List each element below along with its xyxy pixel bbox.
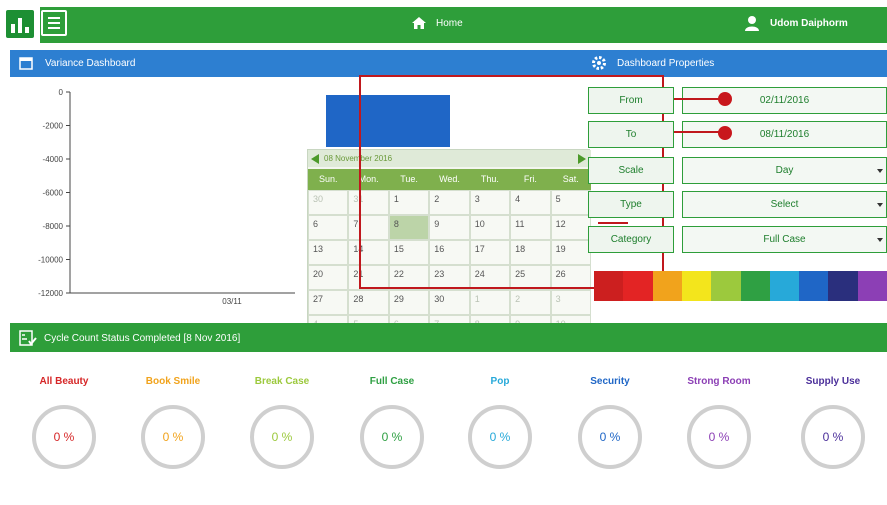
progress-value: 0 % (708, 430, 730, 444)
field-input-type[interactable]: Select (682, 191, 887, 218)
category-label: Security (590, 376, 630, 387)
checklist-icon (19, 329, 37, 347)
color-swatch (681, 271, 712, 301)
progress-ring: 0 % (250, 405, 314, 469)
progress-value: 0 % (489, 430, 511, 444)
variance-header: Variance Dashboard (10, 50, 583, 77)
list-icon[interactable] (41, 10, 67, 36)
calendar-day[interactable]: 2 (510, 290, 551, 315)
variance-title: Variance Dashboard (45, 58, 136, 69)
calendar-day[interactable]: 30 (429, 290, 470, 315)
progress-value: 0 % (53, 430, 75, 444)
calendar-day[interactable]: 28 (348, 290, 389, 315)
progress-ring: 0 % (578, 405, 642, 469)
user-icon (743, 14, 761, 32)
progress-ring: 0 % (468, 405, 532, 469)
category-label: All Beauty (39, 376, 89, 387)
progress-value: 0 % (162, 430, 184, 444)
calendar-day[interactable]: 20 (308, 265, 349, 290)
calendar-icon (19, 56, 33, 70)
calendar-day[interactable]: 3 (550, 290, 591, 315)
color-swatch (799, 271, 829, 301)
field-input-scale[interactable]: Day (682, 157, 887, 184)
progress-ring: 0 % (687, 405, 751, 469)
field-value: 02/11/2016 (759, 95, 810, 106)
y-tick-label: 0 (59, 88, 64, 97)
field-input-to[interactable]: 08/11/2016 (682, 121, 887, 148)
category-label: Strong Room (687, 376, 751, 387)
progress-value: 0 % (599, 430, 621, 444)
category-label: Supply Use (805, 376, 861, 387)
progress-ring: 0 % (32, 405, 96, 469)
field-input-from[interactable]: 02/11/2016 (682, 87, 887, 114)
color-swatch (740, 271, 771, 301)
chevron-down-icon[interactable] (877, 238, 883, 242)
field-label-scale: Scale (588, 157, 674, 184)
marker-line (674, 98, 722, 100)
progress-value: 0 % (822, 430, 844, 444)
calendar-day[interactable]: 13 (308, 240, 349, 265)
color-swatch (828, 271, 859, 301)
home-icon[interactable] (411, 15, 427, 31)
chevron-down-icon[interactable] (877, 169, 883, 173)
variance-chart: 0 -2000 -4000 -6000 -8000 -10000 -12000 03/11 (38, 88, 295, 306)
calendar-day[interactable]: 1 (469, 290, 511, 315)
calendar-day[interactable]: 29 (388, 290, 430, 315)
progress-ring: 0 % (801, 405, 865, 469)
prev-month-icon[interactable] (311, 154, 319, 164)
color-swatch (594, 271, 624, 301)
properties-title: Dashboard Properties (617, 58, 715, 69)
y-tick-label: -10000 (38, 256, 63, 265)
calendar-day[interactable]: 30 (308, 190, 349, 215)
cycle-header: Cycle Count Status Completed [8 Nov 2016… (10, 323, 887, 352)
top-bar: Home Udom Daiphorm (0, 0, 887, 46)
marker-line (598, 222, 628, 224)
field-input-category[interactable]: Full Case (682, 226, 887, 253)
field-label-category: Category (588, 226, 674, 253)
field-label-type: Type (588, 191, 674, 218)
y-tick-label: -12000 (38, 289, 63, 298)
marker-dot (718, 126, 732, 140)
properties-header: Dashboard Properties (583, 50, 887, 77)
chevron-down-icon[interactable] (877, 203, 883, 207)
field-label-to: To (588, 121, 674, 148)
marker-line (674, 131, 722, 133)
gear-icon (591, 55, 607, 71)
field-value: Day (775, 165, 794, 176)
color-swatch (769, 271, 800, 301)
user-name[interactable]: Udom Daiphorm (770, 18, 848, 29)
field-value: Select (770, 199, 799, 210)
x-tick-label: 03/11 (222, 297, 242, 306)
category-label: Book Smile (145, 376, 201, 387)
chart-icon[interactable] (6, 10, 34, 38)
progress-ring: 0 % (360, 405, 424, 469)
weekday-header: Sun. (308, 169, 349, 190)
y-tick-label: -6000 (43, 189, 64, 198)
field-value: Full Case (763, 234, 806, 245)
field-value: 08/11/2016 (759, 129, 810, 140)
calendar-day[interactable]: 27 (308, 290, 349, 315)
color-swatch (623, 271, 654, 301)
marker-dot (718, 92, 732, 106)
y-tick-label: -8000 (43, 222, 64, 231)
color-swatch (711, 271, 741, 301)
category-label: Full Case (369, 376, 415, 387)
color-swatch (857, 271, 887, 301)
home-link[interactable]: Home (436, 18, 463, 29)
y-tick-label: -4000 (43, 155, 64, 164)
progress-ring: 0 % (141, 405, 205, 469)
category-label: Pop (490, 376, 510, 387)
cycle-title: Cycle Count Status Completed [8 Nov 2016… (44, 333, 241, 344)
y-tick-label: -2000 (43, 122, 64, 131)
calendar-day[interactable]: 6 (308, 215, 349, 240)
progress-value: 0 % (381, 430, 403, 444)
progress-value: 0 % (271, 430, 293, 444)
color-swatch (652, 271, 683, 301)
field-label-from: From (588, 87, 674, 114)
category-label: Break Case (254, 376, 310, 387)
